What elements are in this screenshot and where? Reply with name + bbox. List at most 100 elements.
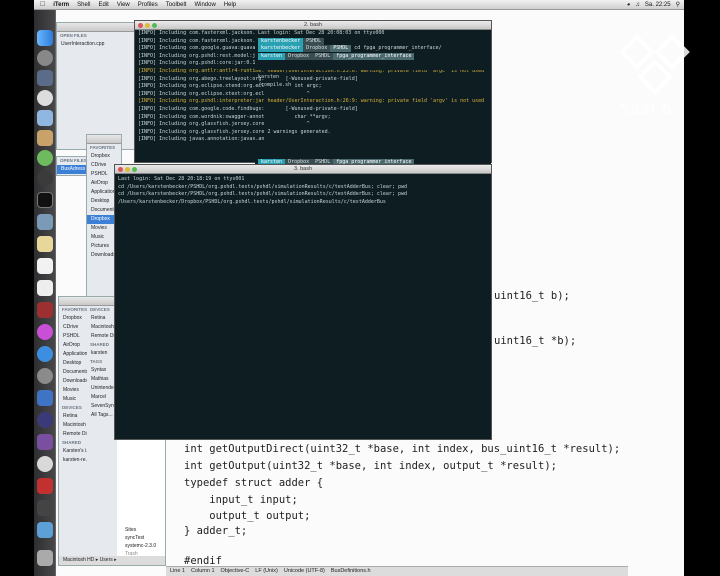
volume-icon[interactable]: ♫ <box>635 0 640 10</box>
sidebar-item[interactable]: Dropbox <box>59 314 87 323</box>
tag-item[interactable]: Unintended <box>87 384 117 393</box>
window-titlebar[interactable] <box>57 23 135 32</box>
xcode-icon[interactable] <box>37 390 53 406</box>
chrome-icon[interactable] <box>37 456 53 472</box>
menu-shell[interactable]: Shell <box>73 0 94 10</box>
sidebar-item[interactable]: Dropbox <box>87 152 121 161</box>
itunes-icon[interactable] <box>37 324 53 340</box>
sidebar-item[interactable]: AirDrop <box>59 341 87 350</box>
terminal-titlebar[interactable]: 3. bash <box>115 165 491 174</box>
notes-icon[interactable] <box>37 236 53 252</box>
terminal-output[interactable]: [INFO] Including com.fasterxml.jackson.c… <box>135 30 491 167</box>
pdf-icon[interactable] <box>37 478 53 494</box>
status-column[interactable]: Column 1 <box>191 567 215 576</box>
sidebar-item[interactable]: karsten-re... <box>59 456 87 465</box>
safari-icon[interactable] <box>37 90 53 106</box>
terminal-line: /Users/karstenbecker/Dropbox/PSHDL/org.p… <box>118 198 386 205</box>
favorites-header: FAVORITES <box>90 145 116 150</box>
calendar-icon[interactable] <box>37 258 53 274</box>
sidebar-item[interactable]: Remote Disc <box>87 332 117 341</box>
tag-item[interactable]: SevenSynt... <box>87 402 117 411</box>
sidebar-item[interactable]: Macintosh <box>87 323 117 332</box>
terminal-prompt: karstenbecker PSHDL <box>255 37 491 46</box>
app-store-icon[interactable] <box>37 346 53 362</box>
menu-view[interactable]: View <box>113 0 134 10</box>
devices-header: DEVICES <box>90 307 110 312</box>
photobooth-icon[interactable] <box>37 302 53 318</box>
sidebar-item[interactable]: Retina <box>59 412 87 421</box>
menu-window[interactable]: Window <box>190 0 219 10</box>
window-controls[interactable] <box>118 167 137 172</box>
sidebar-item[interactable]: Downloads <box>59 377 87 386</box>
tag-item[interactable]: Syntax <box>87 366 117 375</box>
launchpad-icon[interactable] <box>37 50 53 66</box>
menu-edit[interactable]: Edit <box>95 0 113 10</box>
finder-icon[interactable] <box>37 30 53 46</box>
window-titlebar[interactable] <box>87 135 121 144</box>
contacts-icon[interactable] <box>37 130 53 146</box>
terminal-icon[interactable] <box>37 192 53 208</box>
tag-item[interactable]: All Tags... <box>87 411 117 420</box>
terminal-window-front[interactable]: 3. bash Last login: Sat Dec 28 20:18:19 … <box>114 164 492 440</box>
sidebar-item[interactable]: Music <box>59 395 87 404</box>
prompt-user: karsten <box>258 52 286 60</box>
terminal-split-pane[interactable]: Last login: Sat Dec 28 20:08:03 on ttys0… <box>255 30 491 70</box>
tags-header: TAGS <box>90 359 103 364</box>
search-icon[interactable]: ⚲ <box>676 0 680 10</box>
window-controls[interactable] <box>138 23 157 28</box>
sidebar-item[interactable]: Karsten's i... <box>59 447 87 456</box>
mail-icon[interactable] <box>37 110 53 126</box>
terminal-title: 3. bash <box>293 166 313 172</box>
close-icon[interactable] <box>138 23 143 28</box>
open-file-item[interactable]: UserInteraction.cpp <box>57 40 135 49</box>
minimize-icon[interactable] <box>125 167 130 172</box>
sidebar-item[interactable]: Remote Disc <box>59 430 87 439</box>
status-line-endings[interactable]: LF (Unix) <box>255 567 278 576</box>
apple-menu-icon[interactable]:  <box>34 0 49 10</box>
menu-profiles[interactable]: Profiles <box>134 0 162 10</box>
sublime-icon[interactable] <box>37 500 53 516</box>
tag-item[interactable]: Mathias <box>87 375 117 384</box>
sidebar-item[interactable]: Retina <box>87 314 117 323</box>
sidebar-item[interactable]: Macintosh HD <box>59 421 87 430</box>
wifi-icon[interactable]: ◕ <box>627 0 631 10</box>
terminal-titlebar[interactable]: 2. bash <box>135 21 491 30</box>
sidebar-item[interactable]: Applications <box>59 350 87 359</box>
menu-toolbelt[interactable]: Toolbelt <box>162 0 191 10</box>
terminal-line: [INFO] Including org.glassfish.jersey.co… <box>138 128 331 135</box>
finder-sidebar-right: DEVICES Retina Macintosh Remote Disc SHA… <box>87 306 117 564</box>
messages-icon[interactable] <box>37 150 53 166</box>
preview-icon[interactable] <box>37 214 53 230</box>
terminal-output[interactable]: Last login: Sat Dec 28 20:18:19 on ttys0… <box>115 174 491 214</box>
trash-icon[interactable] <box>37 550 53 566</box>
minimize-icon[interactable] <box>145 23 150 28</box>
system-preferences-icon[interactable] <box>37 368 53 384</box>
prompt-path: PSHDL <box>330 45 352 53</box>
mission-control-icon[interactable] <box>37 70 53 86</box>
downloads-stack-icon[interactable] <box>37 522 53 538</box>
menu-help[interactable]: Help <box>220 0 240 10</box>
status-encoding[interactable]: Unicode (UTF-8) <box>284 567 325 576</box>
tag-item[interactable]: Marcel <box>87 393 117 402</box>
sidebar-item[interactable]: Documents <box>59 368 87 377</box>
sidebar-item[interactable]: Movies <box>59 386 87 395</box>
zoom-icon[interactable] <box>152 23 157 28</box>
terminal-window-back[interactable]: 2. bash [INFO] Including com.fasterxml.j… <box>134 20 492 167</box>
status-line[interactable]: Line 1 <box>170 567 185 576</box>
status-file[interactable]: BusDefinitions.h <box>331 567 371 576</box>
status-language[interactable]: Objective-C <box>221 567 250 576</box>
zoom-icon[interactable] <box>132 167 137 172</box>
dock <box>34 10 56 576</box>
sidebar-item[interactable]: Desktop <box>59 359 87 368</box>
reminders-icon[interactable] <box>37 280 53 296</box>
eclipse-icon[interactable] <box>37 412 53 428</box>
sidebar-item[interactable]: karsten <box>87 349 117 358</box>
menubar-clock[interactable]: Sa. 22:25 <box>645 0 671 10</box>
menu-app-iterm[interactable]: iTerm <box>49 0 73 10</box>
open-files-header: OPEN FILES <box>60 33 87 38</box>
close-icon[interactable] <box>118 167 123 172</box>
sidebar-item[interactable]: PSHDL <box>59 332 87 341</box>
facetime-icon[interactable] <box>37 170 53 186</box>
sidebar-item[interactable]: CDrive <box>59 323 87 332</box>
textmate-icon[interactable] <box>37 434 53 450</box>
